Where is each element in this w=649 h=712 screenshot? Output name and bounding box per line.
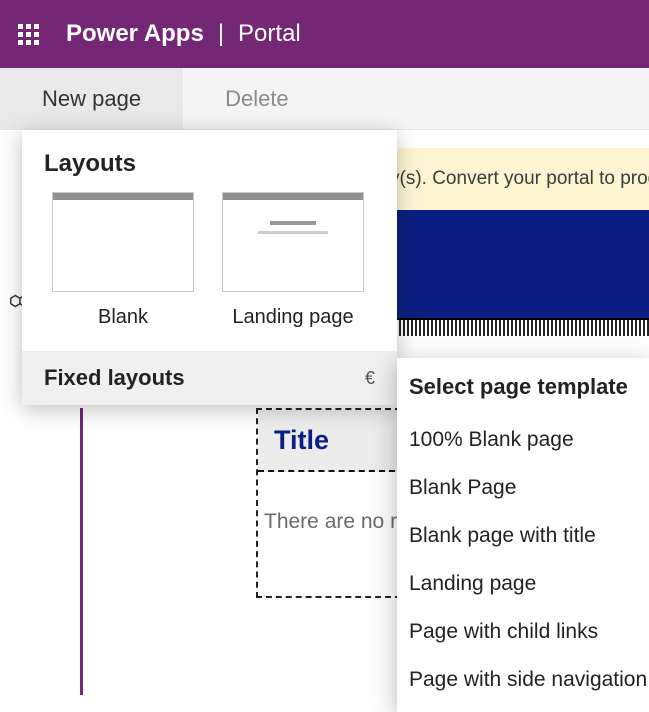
template-item[interactable]: Blank page with title <box>397 512 649 560</box>
new-page-flyout: Layouts Blank Landing page Fixed layouts… <box>22 130 397 405</box>
layout-thumb-blank <box>52 192 194 292</box>
template-item[interactable]: Page with child links <box>397 608 649 656</box>
fixed-layouts-heading: Fixed layouts <box>44 365 185 391</box>
app-header: Power Apps | Portal <box>0 0 649 68</box>
layout-card-landing[interactable]: Landing page <box>222 192 364 329</box>
template-item[interactable]: 100% Blank page <box>397 416 649 464</box>
fixed-layouts-row[interactable]: Fixed layouts € <box>22 351 397 405</box>
command-bar: New page Delete <box>0 68 649 130</box>
chevron-icon: € <box>365 368 375 389</box>
template-popup: Select page template 100% Blank page Bla… <box>397 358 649 712</box>
template-item[interactable]: Landing page <box>397 560 649 608</box>
layout-label: Landing page <box>222 306 364 329</box>
canvas-title: Title <box>274 425 329 456</box>
layouts-heading: Layouts <box>22 130 397 192</box>
selection-indicator <box>80 408 83 695</box>
layout-thumb-landing <box>222 192 364 292</box>
layout-card-blank[interactable]: Blank <box>52 192 194 329</box>
delete-label: Delete <box>225 86 289 112</box>
layout-label: Blank <box>52 306 194 329</box>
banner-text: y(s). Convert your portal to product <box>390 168 649 190</box>
app-title: Power Apps <box>66 20 204 48</box>
template-item[interactable]: Page with side navigation <box>397 656 649 704</box>
context-title: Portal <box>238 20 301 48</box>
template-item[interactable]: Blank Page <box>397 464 649 512</box>
waffle-icon[interactable] <box>12 18 44 50</box>
page-header-block <box>395 210 649 318</box>
new-page-button[interactable]: New page <box>0 68 183 129</box>
template-heading: Select page template <box>397 358 649 416</box>
delete-button[interactable]: Delete <box>183 68 331 129</box>
layouts-row: Blank Landing page <box>22 192 397 351</box>
section-divider <box>395 318 649 336</box>
new-page-label: New page <box>42 86 141 112</box>
title-divider: | <box>218 20 224 48</box>
